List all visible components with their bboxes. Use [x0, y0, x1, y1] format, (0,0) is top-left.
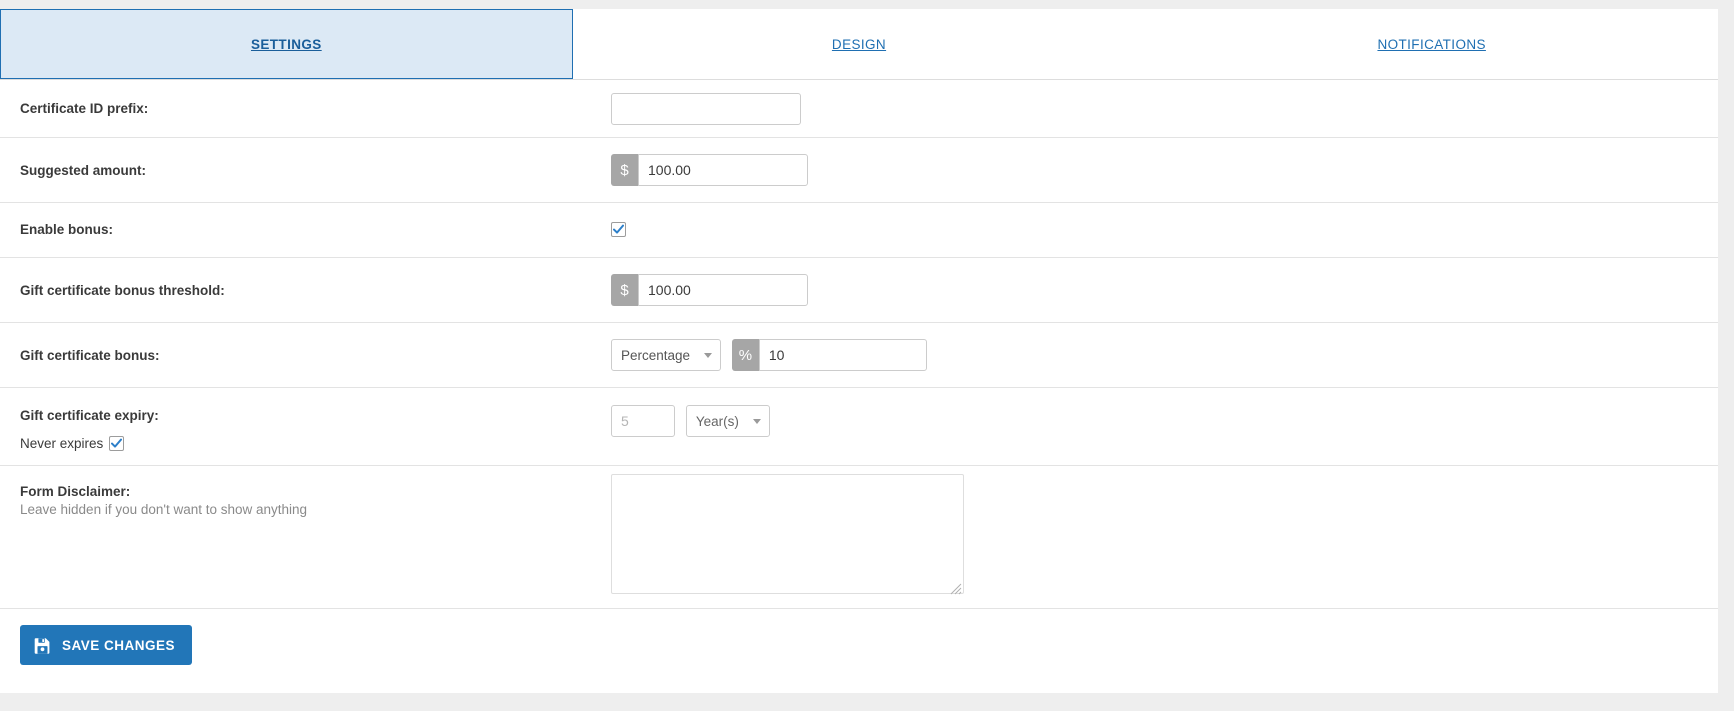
bonus-threshold-label: Gift certificate bonus threshold: — [20, 282, 611, 299]
row-gift-certificate-expiry: Gift certificate expiry: Never expires Y… — [0, 388, 1718, 466]
enable-bonus-label: Enable bonus: — [20, 221, 611, 238]
tab-notifications-label: Notifications — [1377, 37, 1485, 52]
suggested-amount-input[interactable] — [638, 154, 808, 186]
certificate-id-prefix-label: Certificate ID prefix: — [20, 100, 611, 117]
chevron-down-icon — [753, 419, 761, 424]
bonus-value-input[interactable] — [759, 339, 927, 371]
save-changes-button[interactable]: Save changes — [20, 625, 192, 665]
settings-panel: Settings Design Notifications Certificat… — [0, 9, 1718, 693]
bonus-threshold-input[interactable] — [638, 274, 808, 306]
gift-certificate-bonus-field-cell: Percentage % — [611, 323, 1718, 371]
bonus-value-group: % — [732, 339, 927, 371]
enable-bonus-field-cell — [611, 203, 1718, 237]
never-expires-checkbox[interactable] — [109, 436, 124, 451]
form-disclaimer-label: Form Disclaimer: — [20, 483, 611, 500]
row-suggested-amount: Suggested amount: $ — [0, 138, 1718, 203]
tab-notifications[interactable]: Notifications — [1145, 9, 1718, 79]
form-disclaimer-textarea-wrap — [611, 474, 964, 597]
row-certificate-id-prefix: Certificate ID prefix: — [0, 80, 1718, 138]
expiry-value-input[interactable] — [611, 405, 675, 437]
bonus-threshold-field-cell: $ — [611, 258, 1718, 306]
bonus-threshold-group: $ — [611, 274, 808, 306]
tab-settings-label: Settings — [251, 37, 322, 52]
checkmark-icon — [111, 438, 122, 449]
bonus-threshold-label-cell: Gift certificate bonus threshold: — [0, 258, 611, 299]
bonus-type-select[interactable]: Percentage — [611, 339, 721, 371]
percent-symbol-icon: % — [732, 339, 759, 371]
form-footer: Save changes — [0, 609, 1718, 681]
gift-certificate-expiry-label: Gift certificate expiry: — [20, 407, 611, 424]
chevron-down-icon — [704, 353, 712, 358]
tab-settings[interactable]: Settings — [0, 9, 573, 79]
expiry-period-select-value: Year(s) — [696, 414, 739, 429]
gift-certificate-bonus-label: Gift certificate bonus: — [20, 347, 611, 364]
gift-certificate-bonus-label-cell: Gift certificate bonus: — [0, 323, 611, 364]
row-bonus-threshold: Gift certificate bonus threshold: $ — [0, 258, 1718, 323]
currency-symbol-icon: $ — [611, 154, 638, 186]
bonus-type-select-value: Percentage — [621, 348, 690, 363]
form-disclaimer-field-cell — [611, 466, 1718, 597]
row-enable-bonus: Enable bonus: — [0, 203, 1718, 258]
form-disclaimer-label-cell: Form Disclaimer: Leave hidden if you don… — [0, 466, 611, 518]
floppy-disk-icon — [34, 637, 51, 654]
certificate-id-prefix-label-cell: Certificate ID prefix: — [0, 80, 611, 117]
suggested-amount-label: Suggested amount: — [20, 162, 611, 179]
row-form-disclaimer: Form Disclaimer: Leave hidden if you don… — [0, 466, 1718, 609]
tab-bar: Settings Design Notifications — [0, 9, 1718, 80]
form-disclaimer-hint: Leave hidden if you don't want to show a… — [20, 501, 611, 518]
never-expires-group: Never expires — [20, 435, 611, 452]
tab-design-label: Design — [832, 37, 886, 52]
checkmark-icon — [613, 224, 624, 235]
gift-certificate-expiry-field-cell: Year(s) — [611, 388, 1718, 437]
row-gift-certificate-bonus: Gift certificate bonus: Percentage % — [0, 323, 1718, 388]
suggested-amount-group: $ — [611, 154, 808, 186]
enable-bonus-checkbox[interactable] — [611, 222, 626, 237]
certificate-id-prefix-input[interactable] — [611, 93, 801, 125]
tab-design[interactable]: Design — [573, 9, 1146, 79]
suggested-amount-label-cell: Suggested amount: — [0, 138, 611, 179]
suggested-amount-field-cell: $ — [611, 138, 1718, 186]
certificate-id-prefix-field-cell — [611, 80, 1718, 125]
currency-symbol-icon: $ — [611, 274, 638, 306]
expiry-period-select[interactable]: Year(s) — [686, 405, 770, 437]
never-expires-label: Never expires — [20, 435, 103, 452]
form-disclaimer-textarea[interactable] — [611, 474, 964, 594]
save-changes-label: Save changes — [62, 638, 175, 653]
gift-certificate-expiry-label-cell: Gift certificate expiry: Never expires — [0, 388, 611, 452]
enable-bonus-label-cell: Enable bonus: — [0, 203, 611, 238]
